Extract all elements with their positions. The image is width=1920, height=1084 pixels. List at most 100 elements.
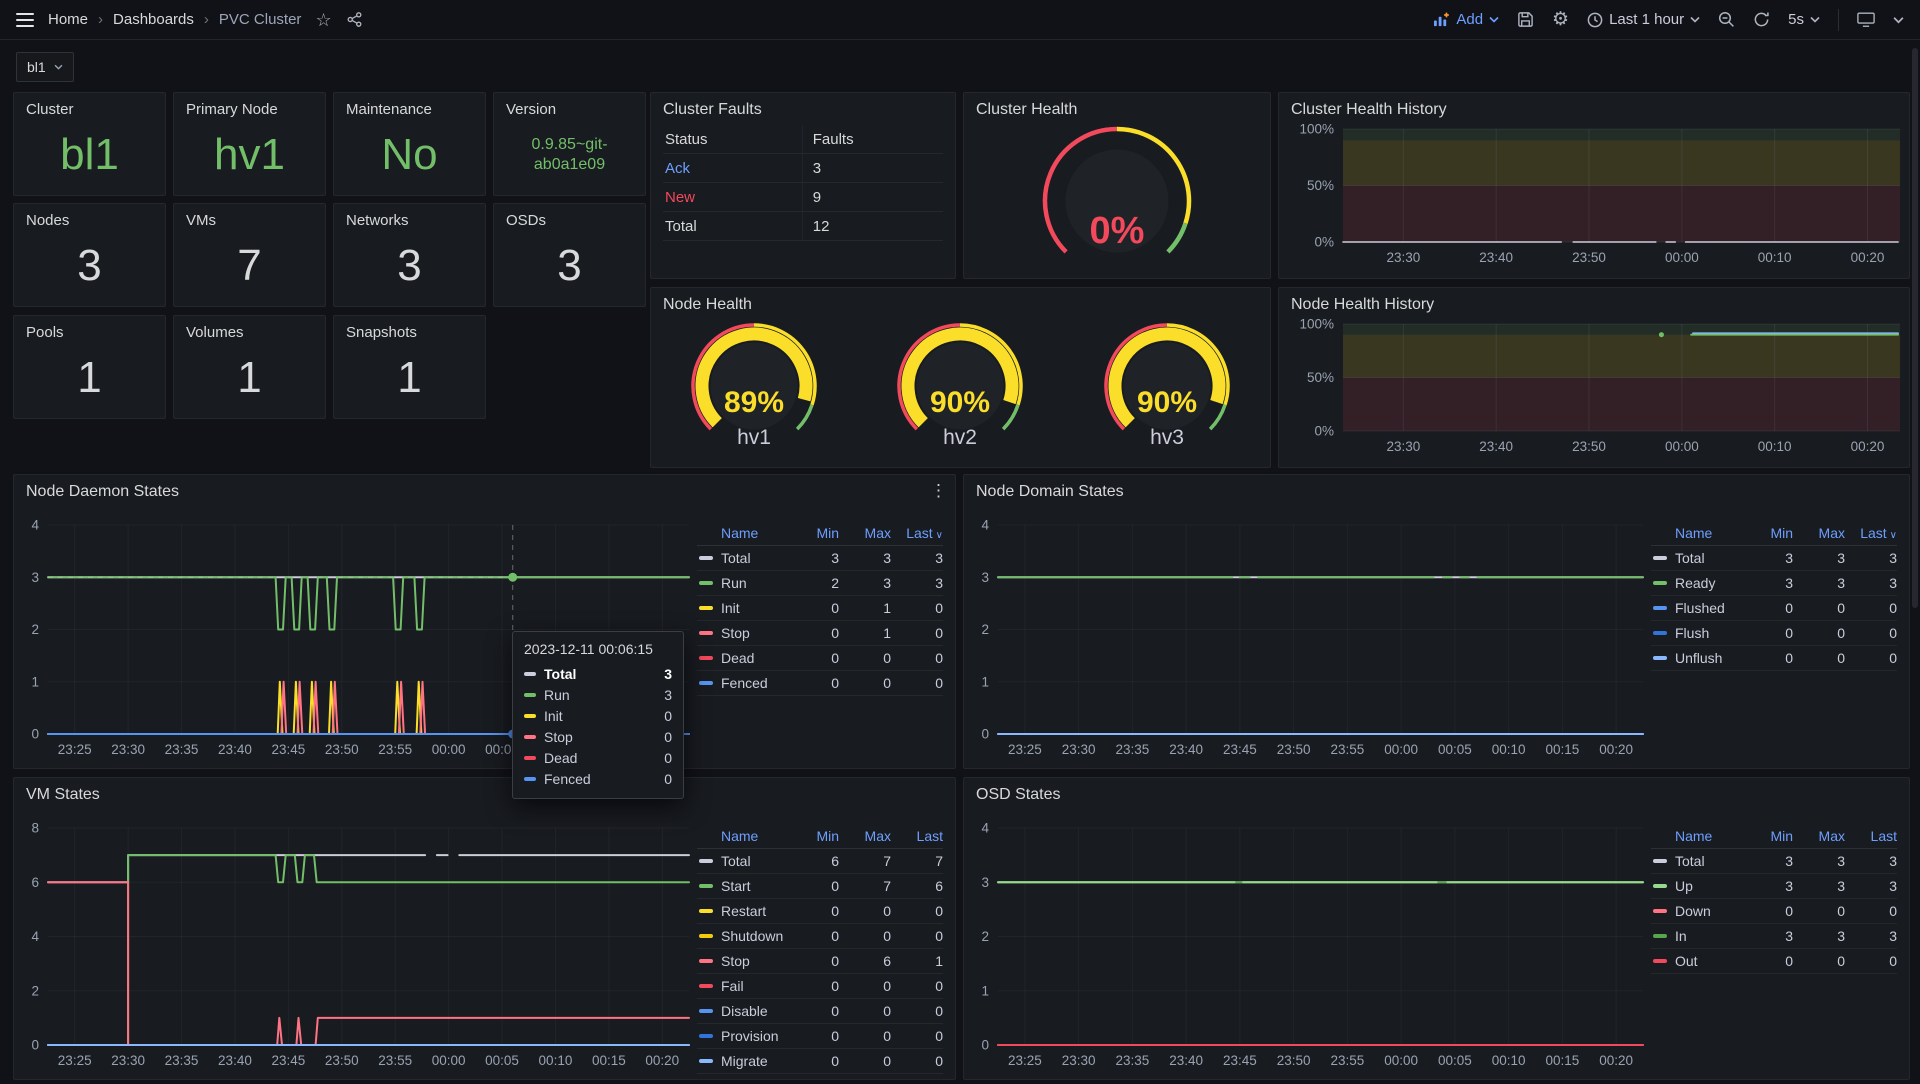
add-button[interactable]: Add xyxy=(1433,11,1499,28)
svg-text:23:30: 23:30 xyxy=(1062,742,1096,757)
legend-series-stop[interactable]: Stop xyxy=(697,625,787,641)
svg-text:00:05: 00:05 xyxy=(1438,1053,1472,1068)
legend-col-min[interactable]: Min xyxy=(787,525,839,541)
series-color-swatch xyxy=(524,693,536,697)
svg-text:00:00: 00:00 xyxy=(432,1053,466,1068)
legend-col-name[interactable]: Name xyxy=(697,525,787,541)
legend-col-name[interactable]: Name xyxy=(697,828,787,844)
legend-series-fenced[interactable]: Fenced xyxy=(697,675,787,691)
stat-value-wrap: 3 xyxy=(334,234,485,298)
legend-col-min[interactable]: Min xyxy=(1741,525,1793,541)
stat-title[interactable]: VMs xyxy=(174,204,325,233)
panel-title[interactable]: Node Health xyxy=(651,288,1270,318)
panel-title[interactable]: Node Daemon States xyxy=(14,475,955,505)
variable-dropdown[interactable]: bl1 xyxy=(16,52,74,82)
legend-col-max[interactable]: Max xyxy=(1793,828,1845,844)
legend-series-dead[interactable]: Dead xyxy=(697,650,787,666)
stat-title[interactable]: Maintenance xyxy=(334,93,485,122)
panel-vm-states: VM States 23:2523:3023:3523:4023:4523:50… xyxy=(13,777,956,1080)
stat-value: bl1 xyxy=(60,130,119,180)
stat-title[interactable]: OSDs xyxy=(494,204,645,233)
panel-title[interactable]: Node Domain States xyxy=(964,475,1909,505)
legend-series-flush[interactable]: Flush xyxy=(1651,625,1741,641)
osd-states-chart[interactable]: 23:2523:3023:3523:4023:4523:5023:5500:00… xyxy=(964,808,1651,1079)
legend-col-max[interactable]: Max xyxy=(839,525,891,541)
legend-value-last: 0 xyxy=(891,600,943,616)
legend-series-up[interactable]: Up xyxy=(1651,878,1741,894)
panel-menu-icon[interactable]: ⋮ xyxy=(930,481,947,501)
legend-series-total[interactable]: Total xyxy=(697,853,787,869)
legend-series-migrate[interactable]: Migrate xyxy=(697,1053,787,1069)
save-dashboard-icon[interactable] xyxy=(1517,11,1534,28)
stat-title[interactable]: Snapshots xyxy=(334,316,485,345)
cluster-health-history-chart[interactable]: 23:3023:4023:5000:0000:1000:200%50%100% xyxy=(1279,121,1909,278)
breadcrumb-separator: › xyxy=(98,11,103,28)
time-range-picker[interactable]: Last 1 hour xyxy=(1587,11,1700,28)
scrollbar-thumb[interactable] xyxy=(1912,48,1918,608)
vm-states-chart[interactable]: 23:2523:3023:3523:4023:4523:5023:5500:00… xyxy=(14,808,697,1079)
legend-row: Unflush000 xyxy=(1651,646,1897,671)
legend-col-max[interactable]: Max xyxy=(839,828,891,844)
legend-series-down[interactable]: Down xyxy=(1651,903,1741,919)
node-domain-states-chart[interactable]: 23:2523:3023:3523:4023:4523:5023:5500:00… xyxy=(964,505,1651,768)
chevron-down-icon[interactable] xyxy=(1893,16,1904,24)
legend-series-provision[interactable]: Provision xyxy=(697,1028,787,1044)
legend-col-max[interactable]: Max xyxy=(1793,525,1845,541)
legend-col-min[interactable]: Min xyxy=(787,828,839,844)
legend-series-disable[interactable]: Disable xyxy=(697,1003,787,1019)
stat-value-wrap: 3 xyxy=(14,234,165,298)
stat-title[interactable]: Primary Node xyxy=(174,93,325,122)
legend-series-stop[interactable]: Stop xyxy=(697,953,787,969)
panel-title[interactable]: Cluster Faults xyxy=(651,93,955,123)
stat-title[interactable]: Volumes xyxy=(174,316,325,345)
legend-series-shutdown[interactable]: Shutdown xyxy=(697,928,787,944)
series-color-swatch xyxy=(699,681,713,685)
node-daemon-states-chart[interactable]: 23:2523:3023:3523:4023:4523:5023:5500:00… xyxy=(14,505,697,768)
breadcrumb-dashboards[interactable]: Dashboards xyxy=(113,11,194,28)
panel-title[interactable]: OSD States xyxy=(964,778,1909,808)
panel-node-health-history: Node Health History 23:3023:4023:5000:00… xyxy=(1278,287,1910,468)
legend-series-ready[interactable]: Ready xyxy=(1651,575,1741,591)
stat-title[interactable]: Pools xyxy=(14,316,165,345)
legend-series-flushed[interactable]: Flushed xyxy=(1651,600,1741,616)
panel-title[interactable]: Cluster Health xyxy=(964,93,1270,123)
legend-col-name[interactable]: Name xyxy=(1651,828,1741,844)
legend-col-last[interactable]: Last xyxy=(891,828,943,844)
legend-series-restart[interactable]: Restart xyxy=(697,903,787,919)
legend-series-start[interactable]: Start xyxy=(697,878,787,894)
legend-series-fail[interactable]: Fail xyxy=(697,978,787,994)
legend-col-name[interactable]: Name xyxy=(1651,525,1741,541)
breadcrumb-home[interactable]: Home xyxy=(48,11,88,28)
share-icon[interactable] xyxy=(346,11,363,28)
legend-col-min[interactable]: Min xyxy=(1741,828,1793,844)
legend-col-last[interactable]: Last∨ xyxy=(891,525,943,541)
refresh-interval-picker[interactable]: 5s xyxy=(1788,11,1820,28)
hamburger-menu-icon[interactable] xyxy=(16,13,34,27)
favorite-star-icon[interactable]: ☆ xyxy=(315,11,331,29)
legend-series-in[interactable]: In xyxy=(1651,928,1741,944)
legend-series-out[interactable]: Out xyxy=(1651,953,1741,969)
legend-series-total[interactable]: Total xyxy=(1651,550,1741,566)
legend-series-run[interactable]: Run xyxy=(697,575,787,591)
panel-title[interactable]: VM States xyxy=(14,778,955,808)
legend-series-init[interactable]: Init xyxy=(697,600,787,616)
legend-col-last[interactable]: Last xyxy=(1845,828,1897,844)
legend-series-total[interactable]: Total xyxy=(1651,853,1741,869)
panel-title[interactable]: Node Health History xyxy=(1279,288,1909,318)
node-health-history-chart[interactable]: 23:3023:4023:5000:0000:1000:200%50%100% xyxy=(1279,316,1909,467)
stat-title[interactable]: Cluster xyxy=(14,93,165,122)
stat-title[interactable]: Networks xyxy=(334,204,485,233)
stat-title[interactable]: Version xyxy=(494,93,645,122)
cycle-view-mode-icon[interactable] xyxy=(1857,11,1875,28)
legend-series-total[interactable]: Total xyxy=(697,550,787,566)
refresh-icon[interactable] xyxy=(1753,11,1770,28)
legend-series-unflush[interactable]: Unflush xyxy=(1651,650,1741,666)
legend-value-max: 3 xyxy=(1793,575,1845,591)
stat-title[interactable]: Nodes xyxy=(14,204,165,233)
panel-node-daemon-states: Node Daemon States ⋮ 23:2523:3023:3523:4… xyxy=(13,474,956,769)
dashboard-settings-gear-icon[interactable]: ⚙ xyxy=(1552,10,1569,29)
legend-col-last[interactable]: Last∨ xyxy=(1845,525,1897,541)
zoom-out-time-icon[interactable] xyxy=(1718,11,1735,28)
panel-title[interactable]: Cluster Health History xyxy=(1279,93,1909,123)
faults-col-faults: Faults xyxy=(802,125,943,153)
